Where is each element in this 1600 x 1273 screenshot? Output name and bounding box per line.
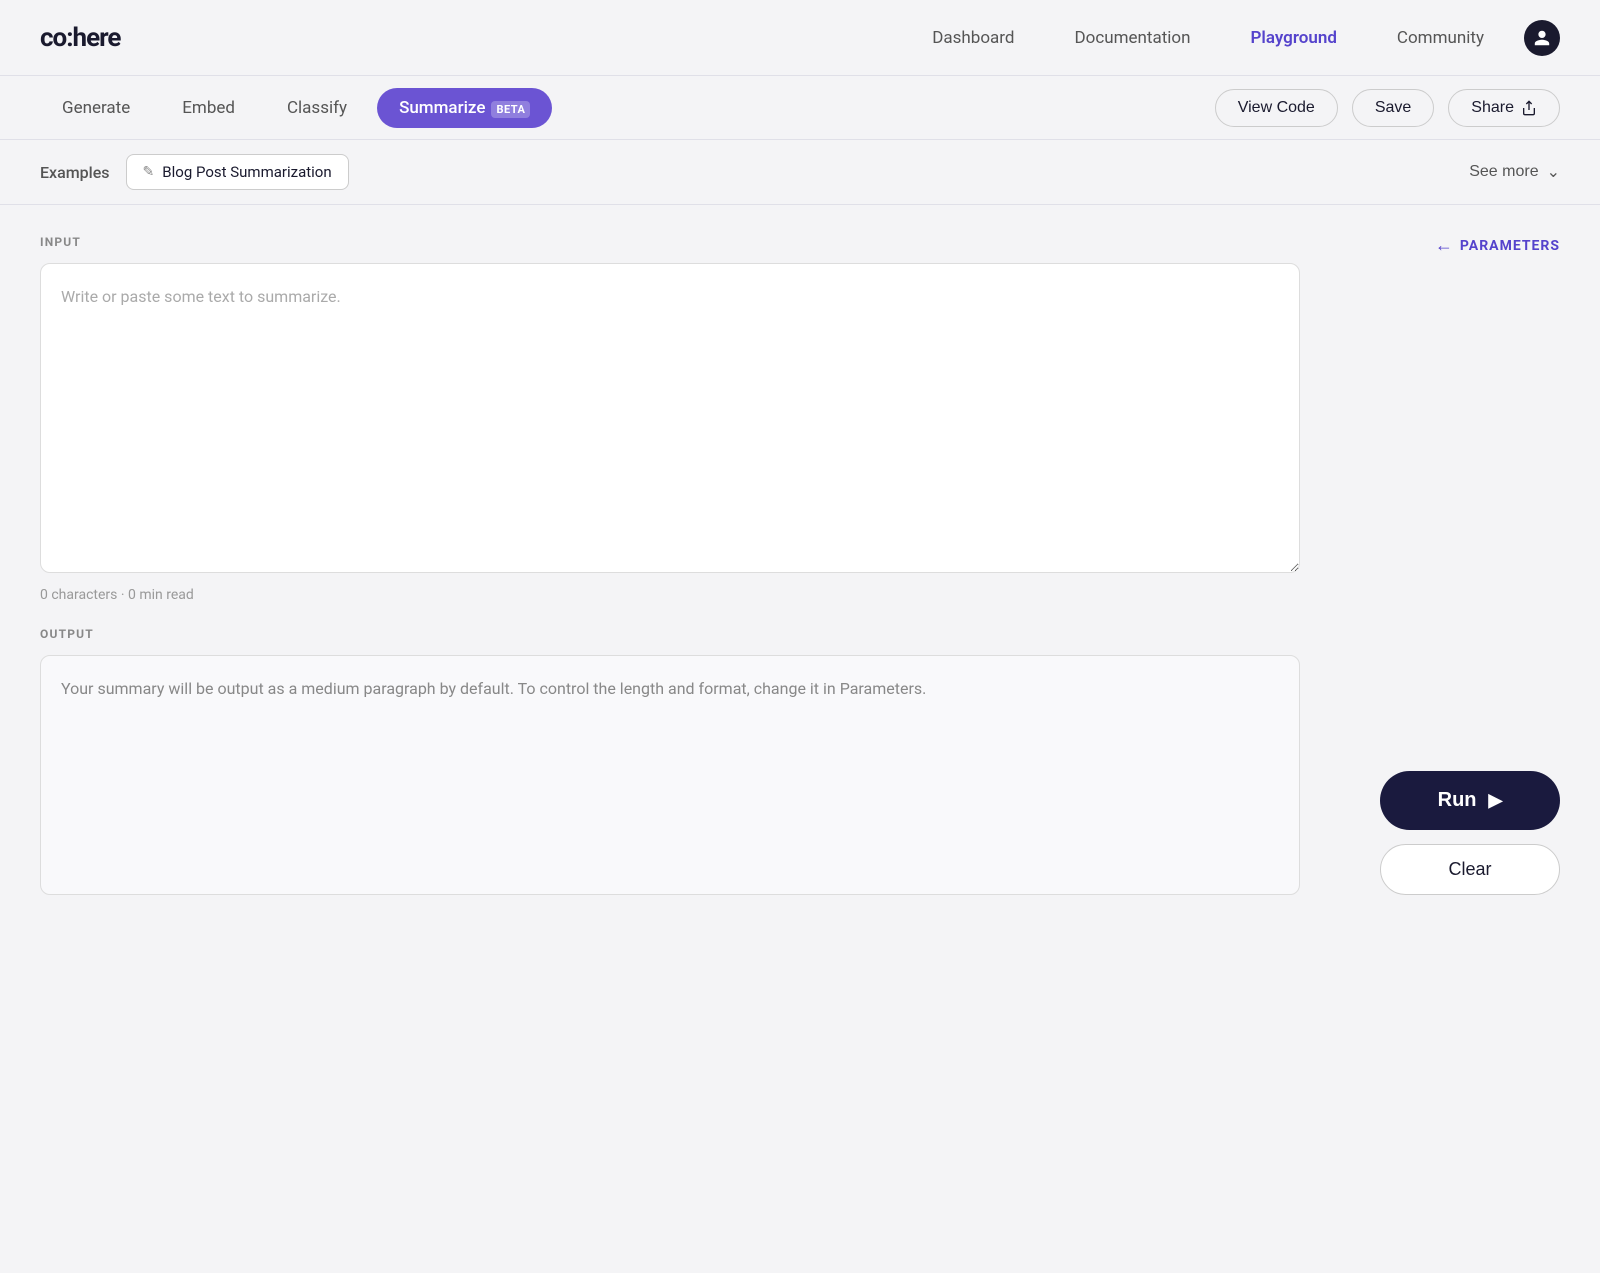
view-code-button[interactable]: View Code (1215, 89, 1338, 127)
clear-button[interactable]: Clear (1380, 844, 1560, 895)
tabs-left: Generate Embed Classify SummarizeBETA (40, 88, 1215, 128)
nav-link-dashboard[interactable]: Dashboard (932, 28, 1014, 48)
char-count: 0 characters · 0 min read (40, 587, 1300, 603)
tab-generate[interactable]: Generate (40, 88, 152, 128)
output-section-label: OUTPUT (40, 627, 1300, 641)
nav-link-playground[interactable]: Playground (1251, 28, 1337, 48)
examples-bar: Examples ✎ Blog Post Summarization See m… (0, 140, 1600, 205)
input-section-label: INPUT (40, 235, 1300, 249)
share-button[interactable]: Share (1448, 89, 1560, 127)
parameters-link[interactable]: ← PARAMETERS (1435, 235, 1560, 256)
action-buttons: Run ▶ Clear (1380, 371, 1560, 895)
nav-link-community[interactable]: Community (1397, 28, 1484, 48)
logo: co:here (40, 23, 120, 53)
right-panel: ← PARAMETERS Run ▶ Clear (1300, 235, 1560, 895)
avatar[interactable] (1524, 20, 1560, 56)
play-icon: ▶ (1489, 790, 1503, 811)
examples-label: Examples (40, 163, 110, 182)
see-more-button[interactable]: See more ⌄ (1469, 162, 1560, 182)
navbar: co:here Dashboard Documentation Playgrou… (0, 0, 1600, 76)
tab-embed[interactable]: Embed (160, 88, 257, 128)
run-button[interactable]: Run ▶ (1380, 771, 1560, 830)
input-textarea[interactable] (40, 263, 1300, 573)
nav-link-documentation[interactable]: Documentation (1074, 28, 1190, 48)
edit-icon: ✎ (143, 164, 155, 180)
save-button[interactable]: Save (1352, 89, 1434, 127)
beta-badge: BETA (491, 101, 530, 118)
example-chip-blog-post[interactable]: ✎ Blog Post Summarization (126, 154, 349, 190)
tabs-right: View Code Save Share (1215, 89, 1560, 127)
tab-classify[interactable]: Classify (265, 88, 369, 128)
tab-summarize[interactable]: SummarizeBETA (377, 88, 552, 128)
left-panel: INPUT 0 characters · 0 min read OUTPUT Y… (40, 235, 1300, 895)
arrow-left-icon: ← (1435, 235, 1454, 256)
output-box: Your summary will be output as a medium … (40, 655, 1300, 895)
chevron-down-icon: ⌄ (1547, 162, 1560, 182)
tabs-bar: Generate Embed Classify SummarizeBETA Vi… (0, 76, 1600, 140)
main-content: INPUT 0 characters · 0 min read OUTPUT Y… (0, 205, 1600, 925)
nav-links: Dashboard Documentation Playground Commu… (932, 28, 1484, 48)
